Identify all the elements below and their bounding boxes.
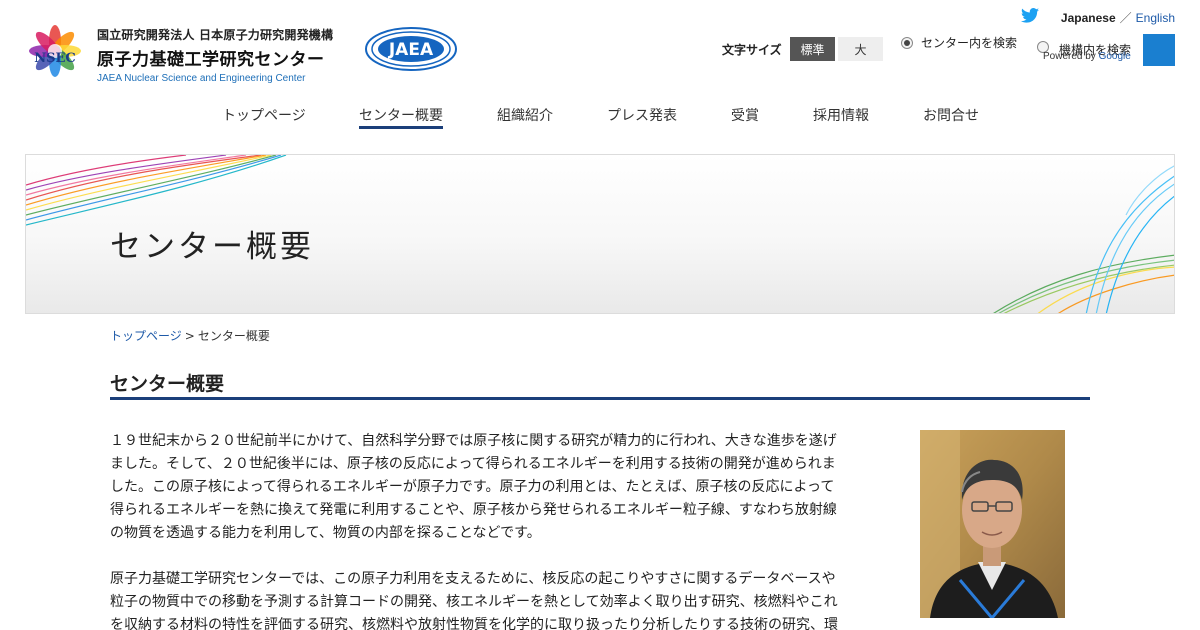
search-scope-center-label: センター内を検索 — [921, 36, 1018, 50]
font-size-standard-button[interactable]: 標準 — [790, 37, 835, 61]
nsec-logo[interactable]: NSEC — [26, 24, 84, 82]
page-banner: センター概要 — [25, 154, 1175, 314]
breadcrumb-separator: > — [184, 329, 195, 343]
paragraph-line: ました。そして、２０世紀後半には、原子核の反応によって得られるエネルギーを利用す… — [110, 456, 836, 472]
paragraph-line: 粒子の物質中での移動を予測する計算コードの開発、核エネルギーを熱として効率よく取… — [110, 594, 838, 610]
org-parent-name: 国立研究開発法人 日本原子力研究開発機構 — [97, 28, 334, 42]
font-size-label: 文字サイズ — [722, 43, 782, 57]
page-title: センター概要 — [110, 373, 225, 395]
breadcrumb: トップページ > センター概要 — [110, 327, 270, 344]
font-size-large-button[interactable]: 大 — [838, 37, 883, 61]
paragraph-line: １９世紀末から２０世紀前半にかけて、自然科学分野では原子核に関する研究が精力的に… — [110, 433, 837, 449]
nav-item-recruit[interactable]: 採用情報 — [813, 105, 869, 125]
search-button[interactable] — [1143, 34, 1175, 66]
lang-separator: ／ — [1119, 11, 1132, 25]
director-portrait — [920, 430, 1065, 618]
org-english-name: JAEA Nuclear Science and Engineering Cen… — [97, 73, 306, 84]
powered-by-text: Powered by — [1043, 51, 1096, 62]
title-divider — [110, 397, 1090, 400]
twitter-icon[interactable] — [1021, 8, 1039, 23]
svg-text:NSEC: NSEC — [34, 51, 76, 66]
banner-title: センター概要 — [110, 229, 314, 265]
org-name-block[interactable]: 国立研究開発法人 日本原子力研究開発機構 原子力基礎工学研究センター JAEA … — [97, 26, 333, 84]
search-scope-center[interactable]: センター内を検索 — [901, 34, 1017, 51]
google-brand: Google — [1098, 51, 1131, 62]
paragraph-line: した。この原子核によって得られるエネルギーが原子力です。原子力の利用とは、たとえ… — [110, 479, 835, 495]
search-scope-center-radio[interactable] — [901, 36, 913, 49]
breadcrumb-current: センター概要 — [197, 329, 270, 343]
paragraph-line: 原子力基礎工学研究センターでは、この原子力利用を支えるために、核反応の起こりやす… — [110, 571, 836, 587]
nav-item-press[interactable]: プレス発表 — [607, 105, 677, 125]
paragraph-line: を収納する材料の特性を評価する研究、核燃料や放射性物質を化学的に取り扱ったり分析… — [110, 617, 838, 630]
paragraph-line: 得られるエネルギーを熱に換えて発電に利用することや、原子核から発せられるエネルギ… — [110, 502, 837, 518]
paragraph-center-role: 原子力基礎工学研究センターでは、この原子力利用を支えるために、核反応の起こりやす… — [110, 568, 855, 630]
nav-item-awards[interactable]: 受賞 — [731, 105, 759, 125]
org-center-name: 原子力基礎工学研究センター — [97, 50, 325, 70]
nav-item-organization[interactable]: 組織紹介 — [497, 105, 553, 125]
jaea-logo[interactable]: JAEA — [364, 26, 458, 72]
lang-japanese[interactable]: Japanese — [1061, 11, 1116, 25]
lang-english-link[interactable]: English — [1136, 11, 1175, 25]
paragraph-intro: １９世紀末から２０世紀前半にかけて、自然科学分野では原子核に関する研究が精力的に… — [110, 430, 855, 545]
svg-text:JAEA: JAEA — [388, 40, 434, 60]
nav-item-contact[interactable]: お問合せ — [923, 105, 979, 125]
global-nav: トップページ センター概要 組織紹介 プレス発表 受賞 採用情報 お問合せ — [0, 105, 1200, 129]
language-switcher: Japanese ／ English — [1061, 9, 1175, 26]
nav-item-center-overview[interactable]: センター概要 — [359, 105, 443, 129]
paragraph-line: の物質を透過する能力を利用して、物質の内部を探ることなどです。 — [110, 525, 541, 541]
nav-item-top[interactable]: トップページ — [222, 105, 306, 125]
overview-text: １９世紀末から２０世紀前半にかけて、自然科学分野では原子核に関する研究が精力的に… — [110, 430, 855, 630]
powered-by-google: Powered by Google — [1043, 51, 1131, 62]
breadcrumb-home-link[interactable]: トップページ — [110, 329, 182, 343]
